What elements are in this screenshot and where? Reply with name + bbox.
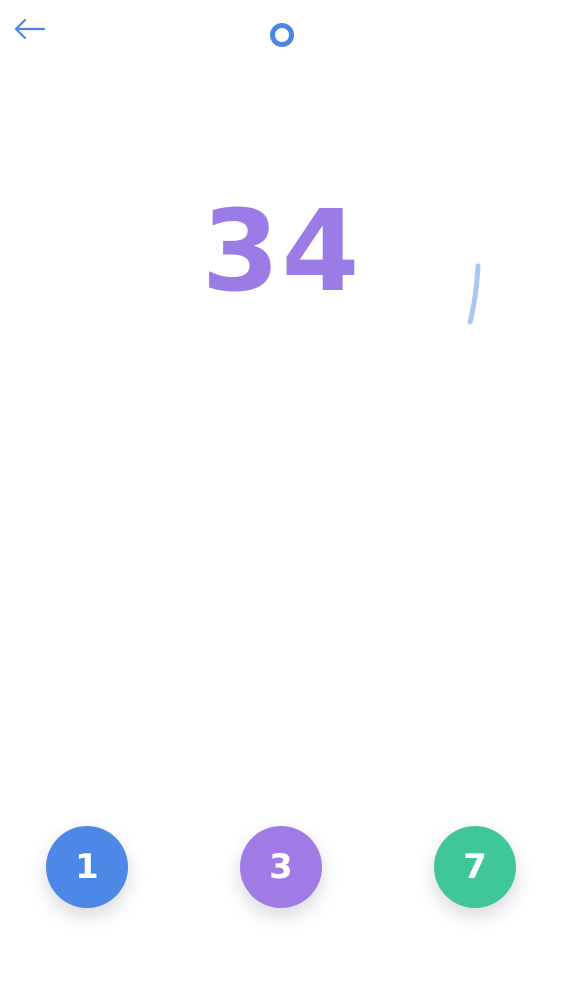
- back-button[interactable]: [12, 14, 48, 44]
- choice-label: 3: [269, 847, 293, 887]
- choice-label: 1: [75, 847, 99, 887]
- choice-label: 7: [463, 847, 487, 887]
- progress-ring-icon: [269, 22, 295, 48]
- hint-stroke: [458, 262, 488, 328]
- choice-button-7[interactable]: 7: [434, 826, 516, 908]
- choice-button-1[interactable]: 1: [46, 826, 128, 908]
- choice-button-3[interactable]: 3: [240, 826, 322, 908]
- arrow-left-icon: [14, 18, 46, 40]
